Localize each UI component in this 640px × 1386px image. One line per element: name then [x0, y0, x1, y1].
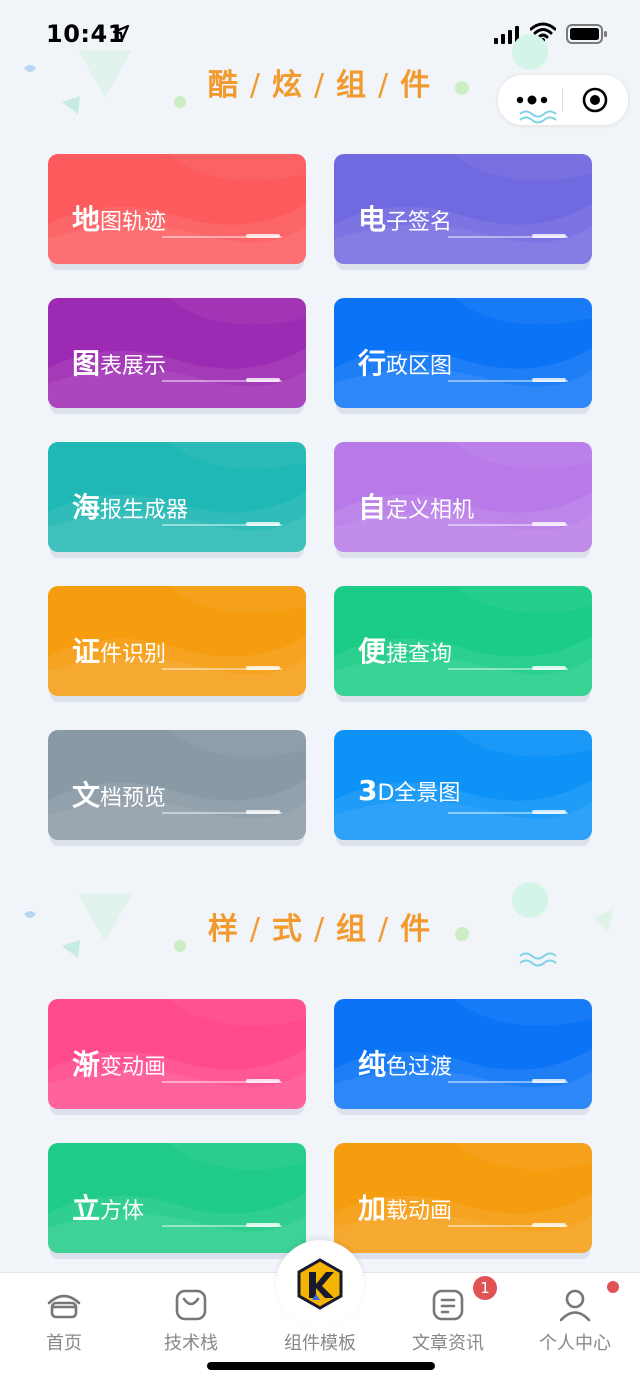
card-label-initial: 渐 — [72, 1048, 101, 1081]
tab-label: 技术栈 — [164, 1333, 218, 1354]
user-icon — [559, 1289, 591, 1322]
card-label-rest: 报生成器 — [100, 498, 189, 523]
card-label: 便捷查询 — [358, 630, 452, 670]
component-card[interactable]: 纯色过渡 — [334, 999, 592, 1109]
card-label-rest: 方体 — [100, 1199, 145, 1224]
card-label: 文档预览 — [72, 774, 166, 814]
tab-label: 组件模板 — [284, 1333, 356, 1354]
card-label-rest: 图轨迹 — [100, 210, 167, 235]
card-label: 地图轨迹 — [72, 198, 166, 238]
title-char: 式 — [271, 912, 304, 947]
title-char: 酷 — [207, 68, 240, 103]
component-card[interactable]: 证件识别 — [48, 586, 306, 696]
component-card[interactable]: 便捷查询 — [334, 586, 592, 696]
card-label: 渐变动画 — [72, 1043, 166, 1083]
logo-icon — [297, 1258, 343, 1310]
card-underline-accent — [532, 522, 566, 526]
document-icon — [432, 1289, 464, 1321]
home-icon — [47, 1294, 81, 1319]
component-card[interactable]: 加载动画 — [334, 1143, 592, 1253]
card-label-initial: 文 — [72, 779, 101, 812]
card-label: 3D全景图 — [358, 774, 460, 807]
card-underline-accent — [532, 666, 566, 670]
card-label: 纯色过渡 — [358, 1043, 452, 1083]
section-title-cool-components: 酷 / 炫 / 组 / 件 — [207, 68, 433, 103]
card-label-rest: 政区图 — [386, 354, 453, 379]
card-label-initial: 加 — [358, 1192, 387, 1225]
home-indicator — [207, 1362, 435, 1370]
bag-icon — [175, 1289, 207, 1321]
card-label-rest: 子签名 — [386, 210, 453, 235]
tab-label: 首页 — [46, 1333, 82, 1354]
tab-tech-stack[interactable]: 技术栈 — [131, 1283, 251, 1354]
card-underline-accent — [246, 522, 280, 526]
card-label: 加载动画 — [358, 1187, 452, 1227]
component-card[interactable]: 文档预览 — [48, 730, 306, 840]
card-label: 海报生成器 — [72, 486, 188, 526]
card-label: 行政区图 — [358, 342, 452, 382]
card-underline-accent — [532, 1079, 566, 1083]
notification-dot — [607, 1281, 619, 1293]
tab-label: 个人中心 — [539, 1333, 611, 1354]
component-card[interactable]: 图表展示 — [48, 298, 306, 408]
tab-profile[interactable]: 个人中心 — [515, 1283, 635, 1354]
notification-badge: 1 — [473, 1276, 497, 1300]
card-label-rest: 色过渡 — [386, 1055, 453, 1080]
center-logo-button[interactable] — [276, 1240, 364, 1328]
title-char: 组 — [336, 68, 369, 103]
card-label-rest: 档预览 — [100, 786, 167, 811]
title-char: 件 — [400, 912, 433, 947]
title-char: 样 — [207, 912, 240, 947]
card-underline-accent — [532, 810, 566, 814]
card-label-initial: 证 — [72, 635, 101, 668]
card-label-rest: 载动画 — [386, 1199, 453, 1224]
card-label-rest: 定义相机 — [386, 498, 475, 523]
card-label: 图表展示 — [72, 342, 166, 382]
card-label: 自定义相机 — [358, 486, 474, 526]
component-card[interactable]: 海报生成器 — [48, 442, 306, 552]
card-label-initial: 3 — [358, 774, 378, 807]
card-label-rest: 捷查询 — [386, 642, 453, 667]
card-underline-accent — [532, 234, 566, 238]
card-label-initial: 电 — [358, 203, 387, 236]
section-title-style-components: 样 / 式 / 组 / 件 — [207, 912, 433, 947]
title-char: 炫 — [271, 68, 304, 103]
card-label-initial: 行 — [358, 347, 387, 380]
card-label: 证件识别 — [72, 630, 166, 670]
component-card[interactable]: 电子签名 — [334, 154, 592, 264]
component-card[interactable]: 自定义相机 — [334, 442, 592, 552]
card-underline-accent — [532, 378, 566, 382]
card-label-rest: 变动画 — [100, 1055, 167, 1080]
component-card[interactable]: 立方体 — [48, 1143, 306, 1253]
title-char: 组 — [336, 912, 369, 947]
card-underline-accent — [246, 1223, 280, 1227]
card-label-initial: 海 — [72, 491, 101, 524]
card-underline-accent — [246, 234, 280, 238]
card-underline-accent — [246, 1079, 280, 1083]
card-label-rest: 件识别 — [100, 642, 167, 667]
card-label-initial: 图 — [72, 347, 101, 380]
card-underline-accent — [246, 378, 280, 382]
tab-home[interactable]: 首页 — [4, 1283, 124, 1354]
card-label-initial: 纯 — [358, 1048, 387, 1081]
card-label-initial: 便 — [358, 635, 387, 668]
tab-label: 文章资讯 — [412, 1333, 484, 1354]
card-label-rest: D全景图 — [377, 781, 461, 806]
card-underline-accent — [246, 666, 280, 670]
card-underline-accent — [246, 810, 280, 814]
title-char: 件 — [400, 68, 433, 103]
component-card[interactable]: 3D全景图 — [334, 730, 592, 840]
component-card[interactable]: 地图轨迹 — [48, 154, 306, 264]
card-label-initial: 立 — [72, 1192, 101, 1225]
card-label-initial: 地 — [72, 203, 101, 236]
card-label: 电子签名 — [358, 198, 452, 238]
component-card[interactable]: 行政区图 — [334, 298, 592, 408]
component-card[interactable]: 渐变动画 — [48, 999, 306, 1109]
card-label: 立方体 — [72, 1187, 144, 1227]
card-underline-accent — [532, 1223, 566, 1227]
card-label-initial: 自 — [358, 491, 387, 524]
card-label-rest: 表展示 — [100, 354, 167, 379]
